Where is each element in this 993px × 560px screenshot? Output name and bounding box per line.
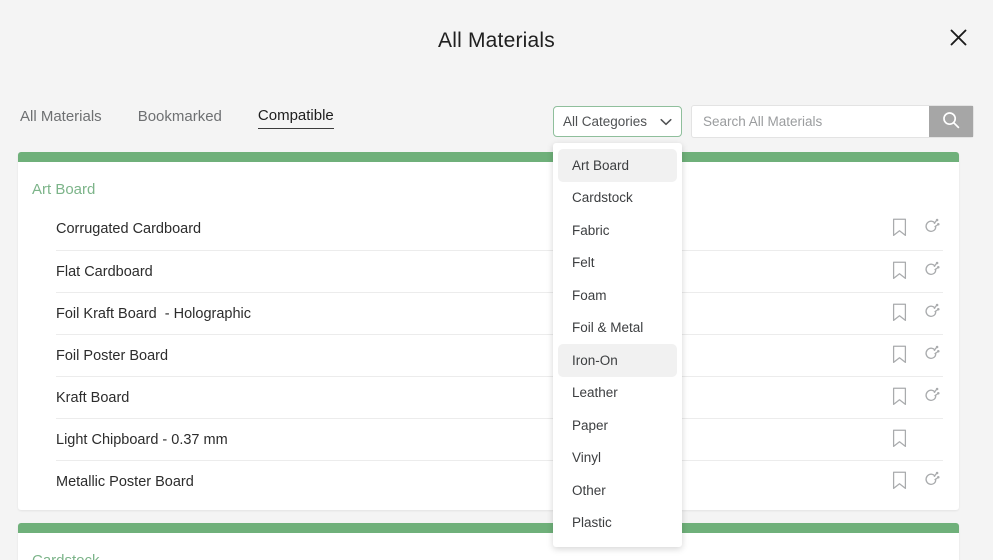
material-name: Foil Poster Board xyxy=(56,347,169,364)
bookmark-button[interactable] xyxy=(887,428,911,452)
cut-settings-button[interactable] xyxy=(919,260,943,284)
row-actions xyxy=(887,302,943,326)
bookmark-button[interactable] xyxy=(887,470,911,494)
materials-list[interactable]: Art Board Corrugated Cardboard Flat Cardbo… xyxy=(0,152,993,560)
close-button[interactable] xyxy=(943,22,973,52)
material-row[interactable]: Flat Cardboard xyxy=(56,250,943,292)
toolbar: All Materials Bookmarked Compatible All Ca… xyxy=(0,100,993,144)
material-name: Light Chipboard - 0.37 mm xyxy=(56,431,228,448)
material-name: Kraft Board xyxy=(56,389,130,406)
dropdown-option-iron-on[interactable]: Iron-On xyxy=(558,344,677,377)
dropdown-option-vinyl[interactable]: Vinyl xyxy=(558,442,677,475)
dropdown-option-fabric[interactable]: Fabric xyxy=(558,214,677,247)
chevron-down-icon xyxy=(660,113,672,131)
row-actions xyxy=(887,260,943,284)
bookmark-icon xyxy=(892,218,907,240)
material-row[interactable]: Metallic Poster Board xyxy=(56,460,943,502)
dropdown-option-leather[interactable]: Leather xyxy=(558,377,677,410)
bookmark-button[interactable] xyxy=(887,260,911,284)
cut-icon xyxy=(922,387,940,409)
close-icon xyxy=(949,28,968,47)
cut-icon xyxy=(922,471,940,493)
row-actions xyxy=(887,386,943,410)
tab-all-materials[interactable]: All Materials xyxy=(20,108,102,129)
category-select-value: All Categories xyxy=(563,114,648,129)
cut-settings-button[interactable] xyxy=(919,470,943,494)
dropdown-option-foam[interactable]: Foam xyxy=(558,279,677,312)
bookmark-icon xyxy=(892,429,907,451)
cut-settings-button[interactable] xyxy=(919,344,943,368)
cut-settings-button[interactable] xyxy=(919,302,943,326)
group-accent-bar xyxy=(18,523,959,533)
dropdown-option-plastic[interactable]: Plastic xyxy=(558,507,677,540)
bookmark-icon xyxy=(892,471,907,493)
bookmark-button[interactable] xyxy=(887,386,911,410)
material-row[interactable]: Foil Poster Board xyxy=(56,334,943,376)
material-name: Foil Kraft Board - Holographic xyxy=(56,305,252,322)
material-name: Flat Cardboard xyxy=(56,263,153,280)
dropdown-option-paper[interactable]: Paper xyxy=(558,409,677,442)
dropdown-option-art-board[interactable]: Art Board xyxy=(558,149,677,182)
dropdown-option-cardstock[interactable]: Cardstock xyxy=(558,182,677,215)
bookmark-button[interactable] xyxy=(887,302,911,326)
category-select[interactable]: All Categories xyxy=(553,106,682,137)
bookmark-icon xyxy=(892,261,907,283)
cut-icon xyxy=(922,345,940,367)
bookmark-button[interactable] xyxy=(887,344,911,368)
search-icon xyxy=(941,110,961,133)
material-name: Corrugated Cardboard xyxy=(56,221,202,237)
bookmark-icon xyxy=(892,345,907,367)
material-row[interactable]: Foil Kraft Board - Holographic xyxy=(56,292,943,334)
search-button[interactable] xyxy=(929,106,973,137)
material-row[interactable]: Light Chipboard - 0.37 mm xyxy=(56,418,943,460)
cut-icon xyxy=(922,218,940,240)
category-dropdown-menu[interactable]: Art Board Cardstock Fabric Felt Foam Foil & M… xyxy=(553,143,682,547)
search-input[interactable] xyxy=(692,106,929,137)
cut-icon xyxy=(922,261,940,283)
cut-icon xyxy=(922,303,940,325)
cut-settings-button[interactable] xyxy=(919,386,943,410)
dropdown-option-other[interactable]: Other xyxy=(558,474,677,507)
row-actions xyxy=(887,470,943,494)
material-row[interactable]: Kraft Board xyxy=(56,376,943,418)
bookmark-icon xyxy=(892,303,907,325)
bookmark-button[interactable] xyxy=(887,217,911,241)
row-actions xyxy=(887,217,943,241)
search-bar xyxy=(692,106,973,137)
group-title: Art Board xyxy=(32,181,96,198)
modal-header: All Materials xyxy=(0,0,993,86)
material-row[interactable]: Corrugated Cardboard xyxy=(56,208,943,250)
tab-bar: All Materials Bookmarked Compatible xyxy=(20,100,334,136)
material-group: Cardstock xyxy=(18,523,959,560)
dropdown-option-foil-metal[interactable]: Foil & Metal xyxy=(558,312,677,345)
tab-compatible[interactable]: Compatible xyxy=(257,107,334,129)
row-actions xyxy=(887,428,943,452)
group-title: Cardstock xyxy=(18,533,959,560)
group-accent-bar xyxy=(18,152,959,162)
material-name: Metallic Poster Board xyxy=(56,473,194,490)
page-title: All Materials xyxy=(438,29,555,52)
bookmark-icon xyxy=(892,387,907,409)
tab-bookmarked[interactable]: Bookmarked xyxy=(138,108,222,129)
cut-settings-button[interactable] xyxy=(919,217,943,241)
material-group: Art Board Corrugated Cardboard Flat Cardbo… xyxy=(18,152,959,510)
dropdown-option-felt[interactable]: Felt xyxy=(558,247,677,280)
row-actions xyxy=(887,344,943,368)
group-body: Corrugated Cardboard Flat Cardboard Foil K… xyxy=(18,208,959,510)
